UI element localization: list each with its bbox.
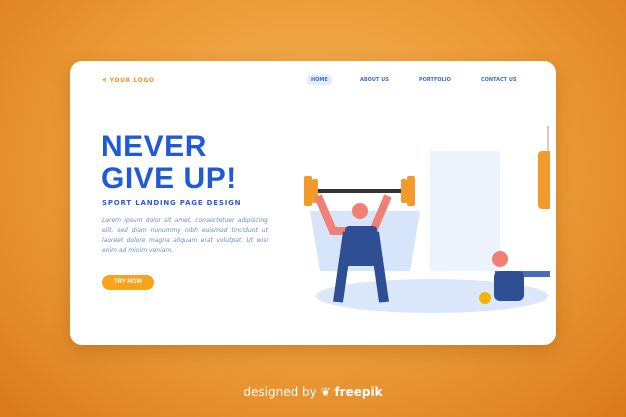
page-title: NEVER GIVE UP! [101,131,237,195]
title-line-2: GIVE UP! [101,162,237,195]
nav-about-us[interactable]: ABOUT US [356,75,393,85]
freepik-logo-icon: ❦ [320,385,331,399]
title-line-1: NEVER [101,130,207,163]
logo-icon: ᗕ [102,77,107,84]
gym-illustration [304,126,550,313]
landing-card: ᗕ YOUR LOGO HOME ABOUT US PORTFOLIO CONT… [70,61,556,345]
subtitle: SPORT LANDING PAGE DESIGN [102,199,242,207]
try-now-button[interactable]: TRY NOW [102,275,154,290]
logo-text: YOUR LOGO [109,77,155,84]
designed-by-text: designed by [243,385,317,399]
nav-home[interactable]: HOME [307,75,332,85]
freepik-brand: freepik [334,385,383,399]
nav-contact-us[interactable]: CONTACT US [477,75,520,85]
logo[interactable]: ᗕ YOUR LOGO [102,77,155,85]
footer-credit: designed by ❦ freepik [0,385,626,399]
nav-portfolio[interactable]: PORTFOLIO [415,75,455,85]
body-text: Lorem ipsum dolor sit amet, consectetuer… [102,217,268,254]
